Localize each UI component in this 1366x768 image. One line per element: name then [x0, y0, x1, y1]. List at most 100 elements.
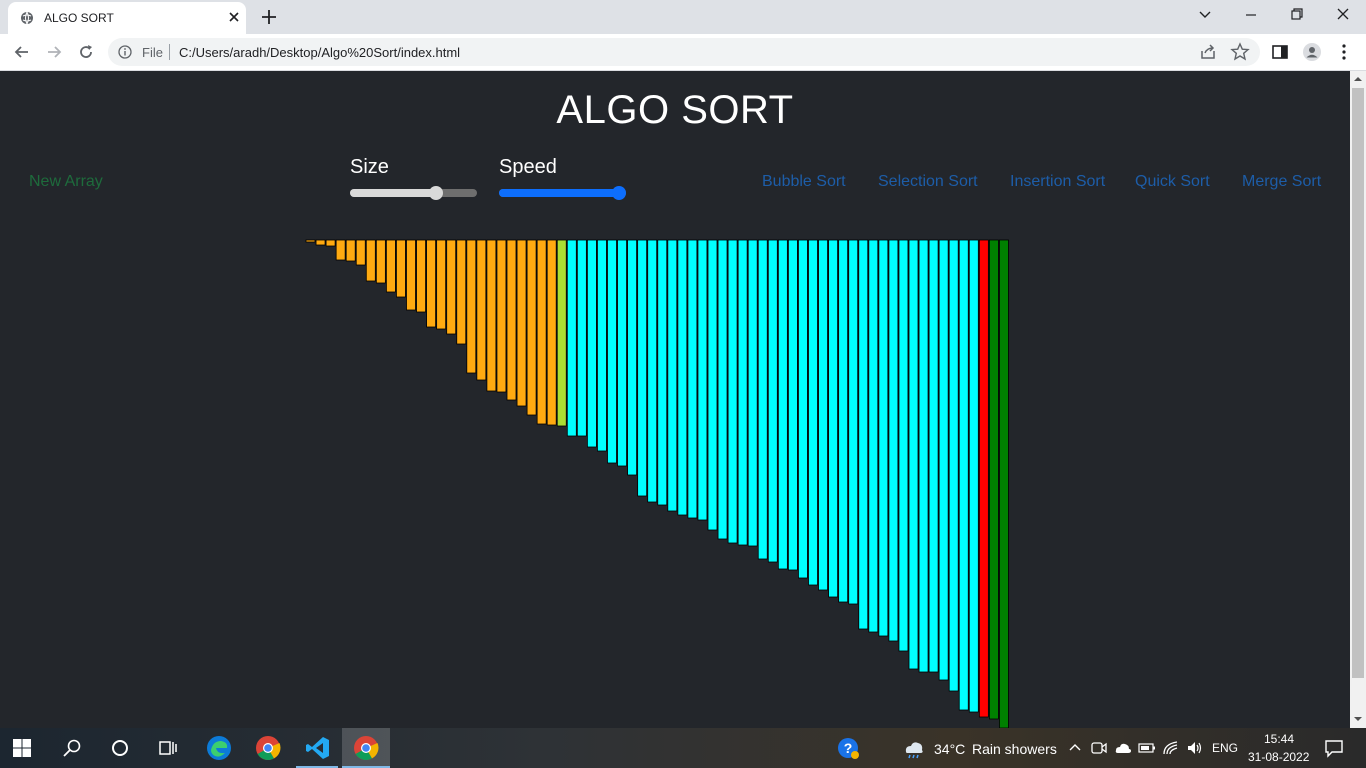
array-bar: [476, 239, 487, 381]
help-icon[interactable]: ?: [836, 736, 860, 760]
weather-icon[interactable]: [902, 736, 926, 760]
array-bar: [305, 239, 316, 243]
array-bar: [697, 239, 708, 521]
address-separator: [169, 44, 170, 60]
cortana-icon[interactable]: [108, 736, 132, 760]
forward-arrow-icon[interactable]: [44, 42, 64, 62]
chrome-taskbar-button-active[interactable]: [342, 728, 390, 768]
address-bar[interactable]: File C:/Users/aradh/Desktop/Algo%20Sort/…: [108, 38, 1260, 66]
array-bar: [948, 239, 959, 692]
address-scheme-label: File: [142, 45, 163, 60]
weather-temp[interactable]: 34°C: [934, 741, 965, 757]
array-bar: [737, 239, 748, 546]
speaker-icon[interactable]: [1186, 739, 1204, 757]
task-view-icon[interactable]: [156, 736, 180, 760]
notification-icon[interactable]: [1322, 736, 1346, 760]
windows-taskbar: ? 34°C Rain showers ENG 15:44 31-08-2022: [0, 728, 1366, 768]
meet-icon[interactable]: [1090, 739, 1108, 757]
array-bar: [486, 239, 497, 392]
globe-icon: [21, 11, 33, 25]
chrome-icon[interactable]: [255, 735, 281, 761]
clock-date[interactable]: 31-08-2022: [1248, 750, 1309, 764]
search-icon[interactable]: [60, 736, 84, 760]
array-bar: [446, 239, 457, 335]
array-bar: [767, 239, 778, 563]
plus-icon[interactable]: [260, 8, 278, 26]
array-bar: [325, 239, 336, 247]
chevron-down-icon[interactable]: [1194, 6, 1216, 24]
array-bar: [536, 239, 547, 425]
array-bar: [777, 239, 788, 570]
page-scrollbar[interactable]: [1350, 71, 1366, 728]
minimize-icon[interactable]: [1240, 6, 1262, 24]
array-bar: [506, 239, 517, 401]
array-bar: [566, 239, 577, 437]
vscode-taskbar-button[interactable]: [296, 728, 338, 768]
array-bar: [516, 239, 527, 407]
address-url[interactable]: C:/Users/aradh/Desktop/Algo%20Sort/index…: [179, 45, 460, 60]
array-bar: [818, 239, 828, 591]
array-bar: [617, 239, 627, 467]
array-bar: [406, 239, 416, 311]
array-bar: [747, 239, 758, 547]
windows-start-icon[interactable]: [12, 738, 32, 758]
star-icon[interactable]: [1230, 42, 1250, 62]
array-bar: [365, 239, 376, 282]
back-arrow-icon[interactable]: [12, 42, 32, 62]
array-bar: [687, 239, 698, 519]
edge-icon[interactable]: [206, 735, 232, 761]
array-bar: [848, 239, 859, 605]
array-bar: [385, 239, 396, 293]
array-bar: [335, 239, 346, 261]
close-icon[interactable]: [1332, 6, 1354, 24]
close-icon[interactable]: [226, 9, 242, 25]
array-bar: [426, 239, 437, 328]
share-icon[interactable]: [1198, 42, 1218, 62]
array-bar: [707, 239, 718, 531]
array-bar: [496, 239, 507, 393]
clock-time[interactable]: 15:44: [1264, 732, 1294, 746]
scrollbar-thumb[interactable]: [1352, 88, 1364, 678]
array-bar: [727, 239, 738, 544]
reload-icon[interactable]: [76, 42, 96, 62]
array-bar: [878, 239, 889, 637]
array-bar: [315, 239, 326, 246]
wifi-icon[interactable]: [1162, 739, 1180, 757]
array-bar: [637, 239, 648, 497]
array-bar: [838, 239, 849, 603]
browser-tab[interactable]: ALGO SORT: [8, 2, 246, 34]
info-icon[interactable]: [118, 45, 132, 59]
array-bar: [788, 239, 798, 571]
profile-icon[interactable]: [1302, 42, 1322, 62]
kebab-menu-icon[interactable]: [1334, 42, 1354, 62]
array-bar: [928, 239, 939, 673]
array-bar: [888, 239, 899, 642]
array-bar: [868, 239, 879, 633]
array-bar: [858, 239, 869, 630]
array-bar: [968, 239, 979, 713]
chevron-up-icon[interactable]: [1066, 739, 1084, 757]
array-bar: [938, 239, 949, 681]
scroll-up-icon[interactable]: [1353, 74, 1363, 84]
array-bar: [627, 239, 637, 476]
cloud-icon[interactable]: [1114, 739, 1132, 757]
array-bar: [375, 239, 386, 284]
array-bar: [436, 239, 447, 330]
scroll-down-icon[interactable]: [1353, 714, 1363, 724]
sidebar-icon[interactable]: [1270, 42, 1290, 62]
battery-icon[interactable]: [1138, 739, 1156, 757]
restore-icon[interactable]: [1286, 6, 1308, 24]
array-bar: [587, 239, 597, 448]
array-bar: [456, 239, 467, 345]
page-content: ALGO SORT New Array Size Speed Bubble So…: [0, 71, 1350, 728]
array-bar: [828, 239, 838, 598]
vscode-icon: [306, 737, 329, 759]
array-bar: [898, 239, 909, 652]
array-bar: [999, 239, 1009, 728]
array-bar: [717, 239, 728, 540]
language-indicator[interactable]: ENG: [1212, 741, 1238, 755]
array-bar: [798, 239, 808, 579]
array-bar: [647, 239, 658, 503]
array-bar: [989, 239, 999, 720]
weather-desc[interactable]: Rain showers: [972, 741, 1057, 757]
